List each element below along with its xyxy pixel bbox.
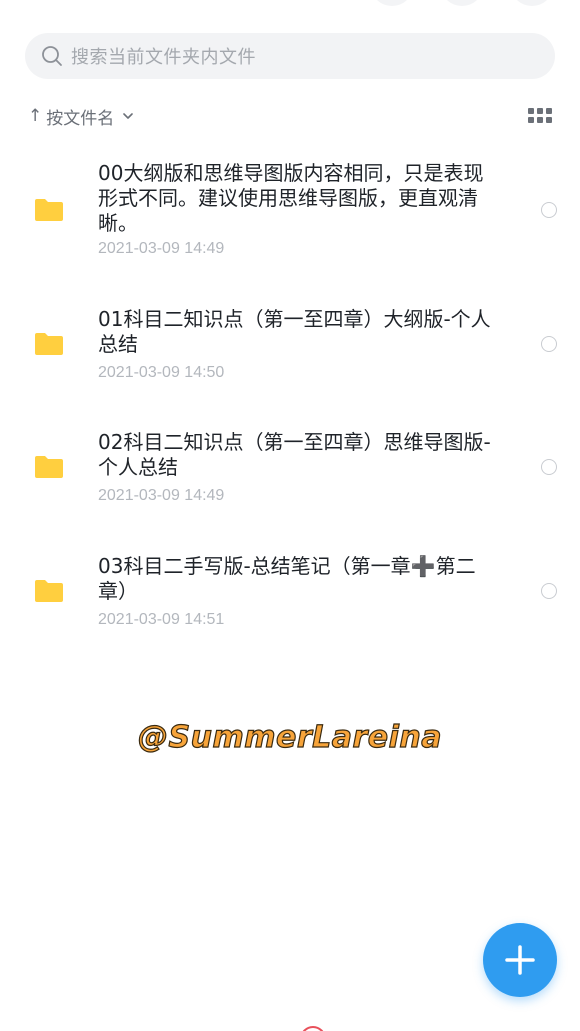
select-radio[interactable] (541, 459, 557, 475)
select-radio[interactable] (541, 583, 557, 599)
list-item[interactable]: 03科目二手写版-总结笔记（第一章➕第二章） 2021-03-09 14:51 (0, 522, 580, 646)
folder-icon (35, 456, 63, 478)
file-name: 01科目二知识点（第一至四章）大纲版-个人总结 (98, 307, 491, 356)
search-placeholder: 搜索当前文件夹内文件 (71, 47, 256, 68)
watermark-text: @SummerLareina (137, 719, 442, 755)
search-input[interactable]: 搜索当前文件夹内文件 (25, 33, 555, 79)
file-date: 2021-03-09 14:50 (98, 364, 225, 381)
file-name: 00大纲版和思维导图版内容相同，只是表现形式不同。建议使用思维导图版，更直观清晰… (98, 161, 484, 235)
folder-icon (35, 333, 63, 355)
list-item[interactable]: 01科目二知识点（第一至四章）大纲版-个人总结 2021-03-09 14:50 (0, 274, 580, 398)
folder-icon (35, 580, 63, 602)
chevron-down-icon (123, 113, 134, 119)
file-date: 2021-03-09 14:51 (98, 611, 225, 628)
arrow-up-icon: ↑ (28, 106, 43, 126)
list-item[interactable]: 02科目二知识点（第一至四章）思维导图版-个人总结 2021-03-09 14:… (0, 398, 580, 522)
top-action-button-2[interactable] (442, 0, 482, 6)
folder-icon (35, 199, 63, 221)
file-date: 2021-03-09 14:49 (98, 240, 225, 257)
file-name: 02科目二知识点（第一至四章）思维导图版-个人总结 (98, 430, 491, 479)
file-name: 03科目二手写版-总结笔记（第一章➕第二章） (98, 554, 476, 603)
select-radio[interactable] (541, 202, 557, 218)
file-date: 2021-03-09 14:49 (98, 487, 225, 504)
sort-label: 按文件名 (46, 108, 115, 129)
search-icon (42, 46, 62, 66)
file-list: 00大纲版和思维导图版内容相同，只是表现形式不同。建议使用思维导图版，更直观清晰… (0, 150, 580, 646)
add-button[interactable] (483, 923, 557, 997)
file-browser-screen: 搜索当前文件夹内文件 ↑ 按文件名 00大纲版和思维导图版内容相同，只是表现形式… (0, 0, 580, 1031)
bottom-indicator (300, 1026, 326, 1031)
select-radio[interactable] (541, 336, 557, 352)
sort-selector[interactable]: ↑ 按文件名 (28, 104, 134, 129)
grid-view-icon[interactable] (528, 108, 552, 124)
plus-icon (505, 945, 535, 975)
top-action-button-1[interactable] (372, 0, 412, 6)
top-action-button-3[interactable] (512, 0, 552, 6)
list-item[interactable]: 00大纲版和思维导图版内容相同，只是表现形式不同。建议使用思维导图版，更直观清晰… (0, 150, 580, 274)
